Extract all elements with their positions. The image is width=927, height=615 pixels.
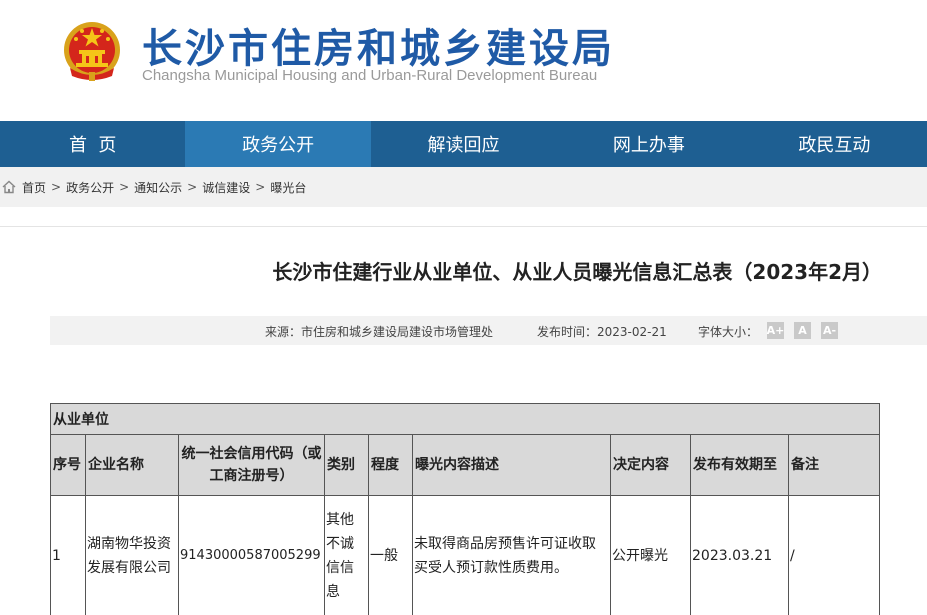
exposure-table-container: 从业单位 序号 企业名称 统一社会信用代码（或工商注册号） 类别 程度 曝光内容… (49, 403, 881, 615)
main-nav: 首 页 政务公开 解读回应 网上办事 政民互动 (0, 121, 927, 167)
font-default-button[interactable]: A (794, 322, 811, 339)
cell-decision: 公开曝光 (610, 495, 691, 615)
cell-category: 其他不诚信信息 (324, 495, 369, 615)
cell-severity: 一般 (368, 495, 413, 615)
home-icon (2, 180, 16, 194)
article-publish-time: 发布时间：2023-02-21 (537, 325, 667, 339)
cell-credit-code: 91430000587005299 (178, 495, 325, 615)
header-company-name: 企业名称 (85, 434, 179, 496)
cell-remarks: / (787, 495, 881, 615)
article-meta-bar: 来源：市住房和城乡建设局建设市场管理处 发布时间：2023-02-21 字体大小… (50, 316, 927, 345)
font-decrease-button[interactable]: A- (821, 322, 838, 339)
cell-index: 1 (50, 495, 86, 615)
header-category: 类别 (324, 434, 369, 496)
table-row: 1 湖南物华投资发展有限公司 91430000587005299 其他不诚信信息… (50, 495, 881, 615)
header-credit-code: 统一社会信用代码（或工商注册号） (178, 434, 325, 496)
breadcrumb-separator: > (255, 180, 266, 194)
nav-item-government-affairs[interactable]: 政务公开 (185, 121, 371, 167)
cell-company-name: 湖南物华投资发展有限公司 (85, 495, 179, 615)
breadcrumb-notices[interactable]: 通知公示 (134, 179, 182, 196)
breadcrumb-government-affairs[interactable]: 政务公开 (66, 179, 114, 196)
font-size-label: 字体大小： (698, 325, 759, 339)
cell-valid-until: 2023.03.21 (690, 495, 789, 615)
breadcrumb-separator: > (119, 180, 130, 194)
exposure-table: 从业单位 序号 企业名称 统一社会信用代码（或工商注册号） 类别 程度 曝光内容… (49, 403, 881, 615)
header-description: 曝光内容描述 (412, 434, 611, 496)
nav-item-online-services[interactable]: 网上办事 (556, 121, 741, 167)
article-title: 长沙市住建行业从业单位、从业人员曝光信息汇总表（2023年2月） (272, 260, 882, 284)
breadcrumb-separator: > (51, 180, 62, 194)
breadcrumb-exposure[interactable]: 曝光台 (270, 179, 306, 196)
breadcrumb-separator: > (187, 180, 198, 194)
national-emblem-icon (64, 22, 120, 81)
content-divider (0, 226, 927, 227)
header-index: 序号 (50, 434, 86, 496)
site-subtitle: Changsha Municipal Housing and Urban-Rur… (142, 67, 598, 84)
header-remarks: 备注 (787, 434, 881, 496)
table-section-row: 从业单位 (49, 403, 881, 435)
nav-item-home[interactable]: 首 页 (0, 121, 185, 167)
header-severity: 程度 (368, 434, 413, 496)
header-decision: 决定内容 (610, 434, 691, 496)
font-increase-button[interactable]: A+ (767, 322, 784, 339)
breadcrumb: 首页 > 政务公开 > 通知公示 > 诚信建设 > 曝光台 (0, 167, 927, 207)
cell-description: 未取得商品房预售许可证收取买受人预订款性质费用。 (412, 495, 611, 615)
site-header: 长沙市住房和城乡建设局 Changsha Municipal Housing a… (0, 0, 927, 121)
site-title: 长沙市住房和城乡建设局 (142, 26, 615, 72)
article-source: 来源：市住房和城乡建设局建设市场管理处 (265, 325, 494, 339)
breadcrumb-integrity[interactable]: 诚信建设 (202, 179, 250, 196)
table-header-row: 序号 企业名称 统一社会信用代码（或工商注册号） 类别 程度 曝光内容描述 决定… (50, 434, 881, 496)
nav-item-interpretation[interactable]: 解读回应 (371, 121, 556, 167)
header-valid-until: 发布有效期至 (690, 434, 789, 496)
nav-item-public-interaction[interactable]: 政民互动 (742, 121, 927, 167)
breadcrumb-home[interactable]: 首页 (22, 179, 46, 196)
section-title: 从业单位 (49, 403, 881, 435)
